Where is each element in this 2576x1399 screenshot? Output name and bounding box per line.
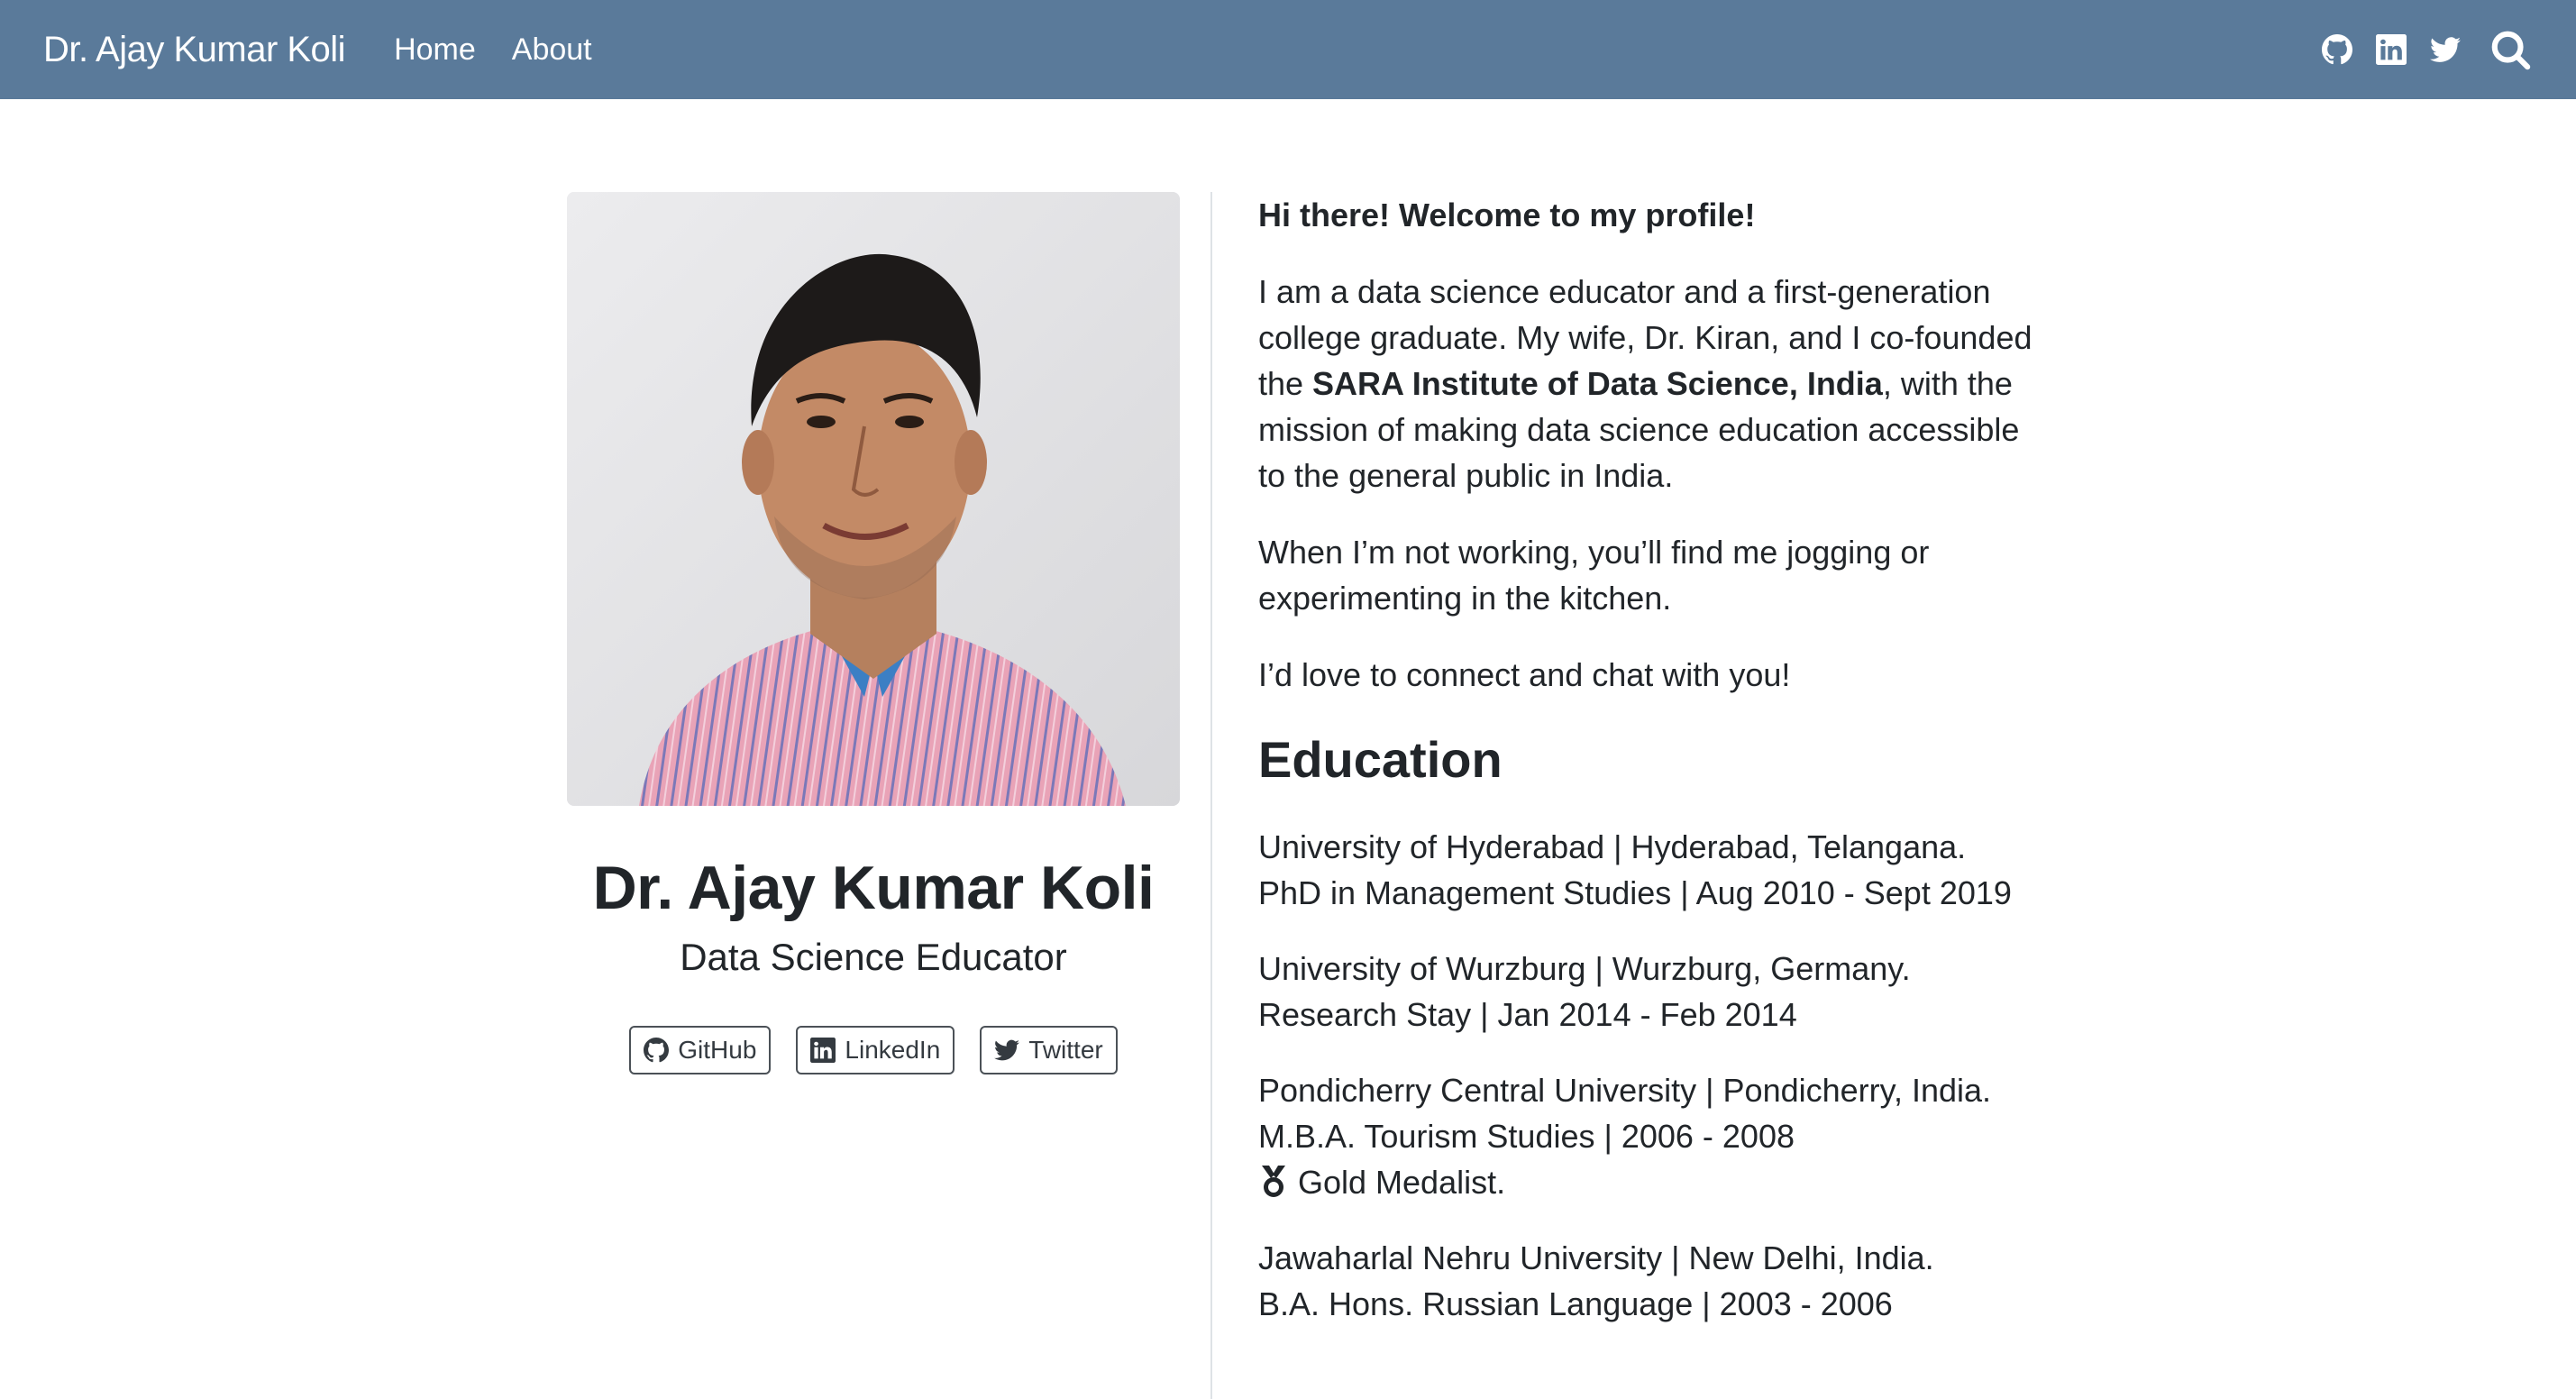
connect-paragraph: I’d love to connect and chat with you! [1258,656,1791,693]
profile-photo [567,192,1180,806]
medal-icon [1262,1166,1285,1197]
education-institution: Jawaharlal Nehru University | New Delhi,… [1258,1239,1934,1276]
linkedin-button[interactable]: LinkedIn [796,1026,955,1074]
twitter-icon[interactable] [2428,32,2462,67]
github-icon [644,1038,670,1063]
education-heading: Education [1258,731,1503,788]
education-degree: M.B.A. Tourism Studies | 2006 - 2008 [1258,1118,1795,1155]
education-institution: Pondicherry Central University | Pondich… [1258,1072,1992,1109]
github-button-label: GitHub [678,1036,757,1064]
education-institution: University of Wurzburg | Wurzburg, Germa… [1258,950,1911,987]
profile-title: Data Science Educator [680,936,1067,978]
twitter-button-label: Twitter [1028,1036,1103,1064]
hobbies-paragraph: When I’m not working, you’ll find me jog… [1258,534,1930,617]
education-institution: University of Hyderabad | Hyderabad, Tel… [1258,828,1967,865]
greeting-text: Hi there! Welcome to my profile! [1258,197,1756,233]
education-entry: University of Hyderabad | Hyderabad, Tel… [1258,824,2033,916]
linkedin-button-label: LinkedIn [845,1036,941,1064]
education-entry: Pondicherry Central University | Pondich… [1258,1067,2033,1205]
institute-name: SARA Institute of Data Science, India [1312,365,1883,402]
twitter-button[interactable]: Twitter [980,1026,1118,1074]
github-icon[interactable] [2320,32,2354,67]
education-degree: B.A. Hons. Russian Language | 2003 - 200… [1258,1285,1893,1322]
nav-link-about[interactable]: About [512,32,592,68]
education-award: Gold Medalist. [1258,1159,2033,1205]
twitter-icon [994,1039,1020,1061]
education-entry: University of Wurzburg | Wurzburg, Germa… [1258,946,2033,1038]
top-navbar: Dr. Ajay Kumar Koli Home About [0,0,2576,99]
award-text: Gold Medalist. [1298,1164,1506,1201]
profile-name: Dr. Ajay Kumar Koli [592,854,1155,922]
search-icon[interactable] [2488,27,2533,72]
nav-link-home[interactable]: Home [394,32,476,68]
about-content: Hi there! Welcome to my profile! I am a … [1258,192,2033,1357]
github-button[interactable]: GitHub [629,1026,772,1074]
education-degree: PhD in Management Studies | Aug 2010 - S… [1258,874,2012,911]
linkedin-icon [810,1038,836,1063]
profile-photo-illustration [567,192,1180,806]
social-buttons: GitHub LinkedIn Twitter [567,1026,1180,1074]
linkedin-icon[interactable] [2374,32,2408,67]
intro-paragraph: I am a data science educator and a first… [1258,269,2033,498]
education-entry: Jawaharlal Nehru University | New Delhi,… [1258,1235,2033,1327]
profile-sidebar: Dr. Ajay Kumar Koli Data Science Educato… [567,192,1180,1074]
education-degree: Research Stay | Jan 2014 - Feb 2014 [1258,996,1797,1033]
site-brand[interactable]: Dr. Ajay Kumar Koli [43,30,346,70]
column-divider [1210,192,1212,1399]
